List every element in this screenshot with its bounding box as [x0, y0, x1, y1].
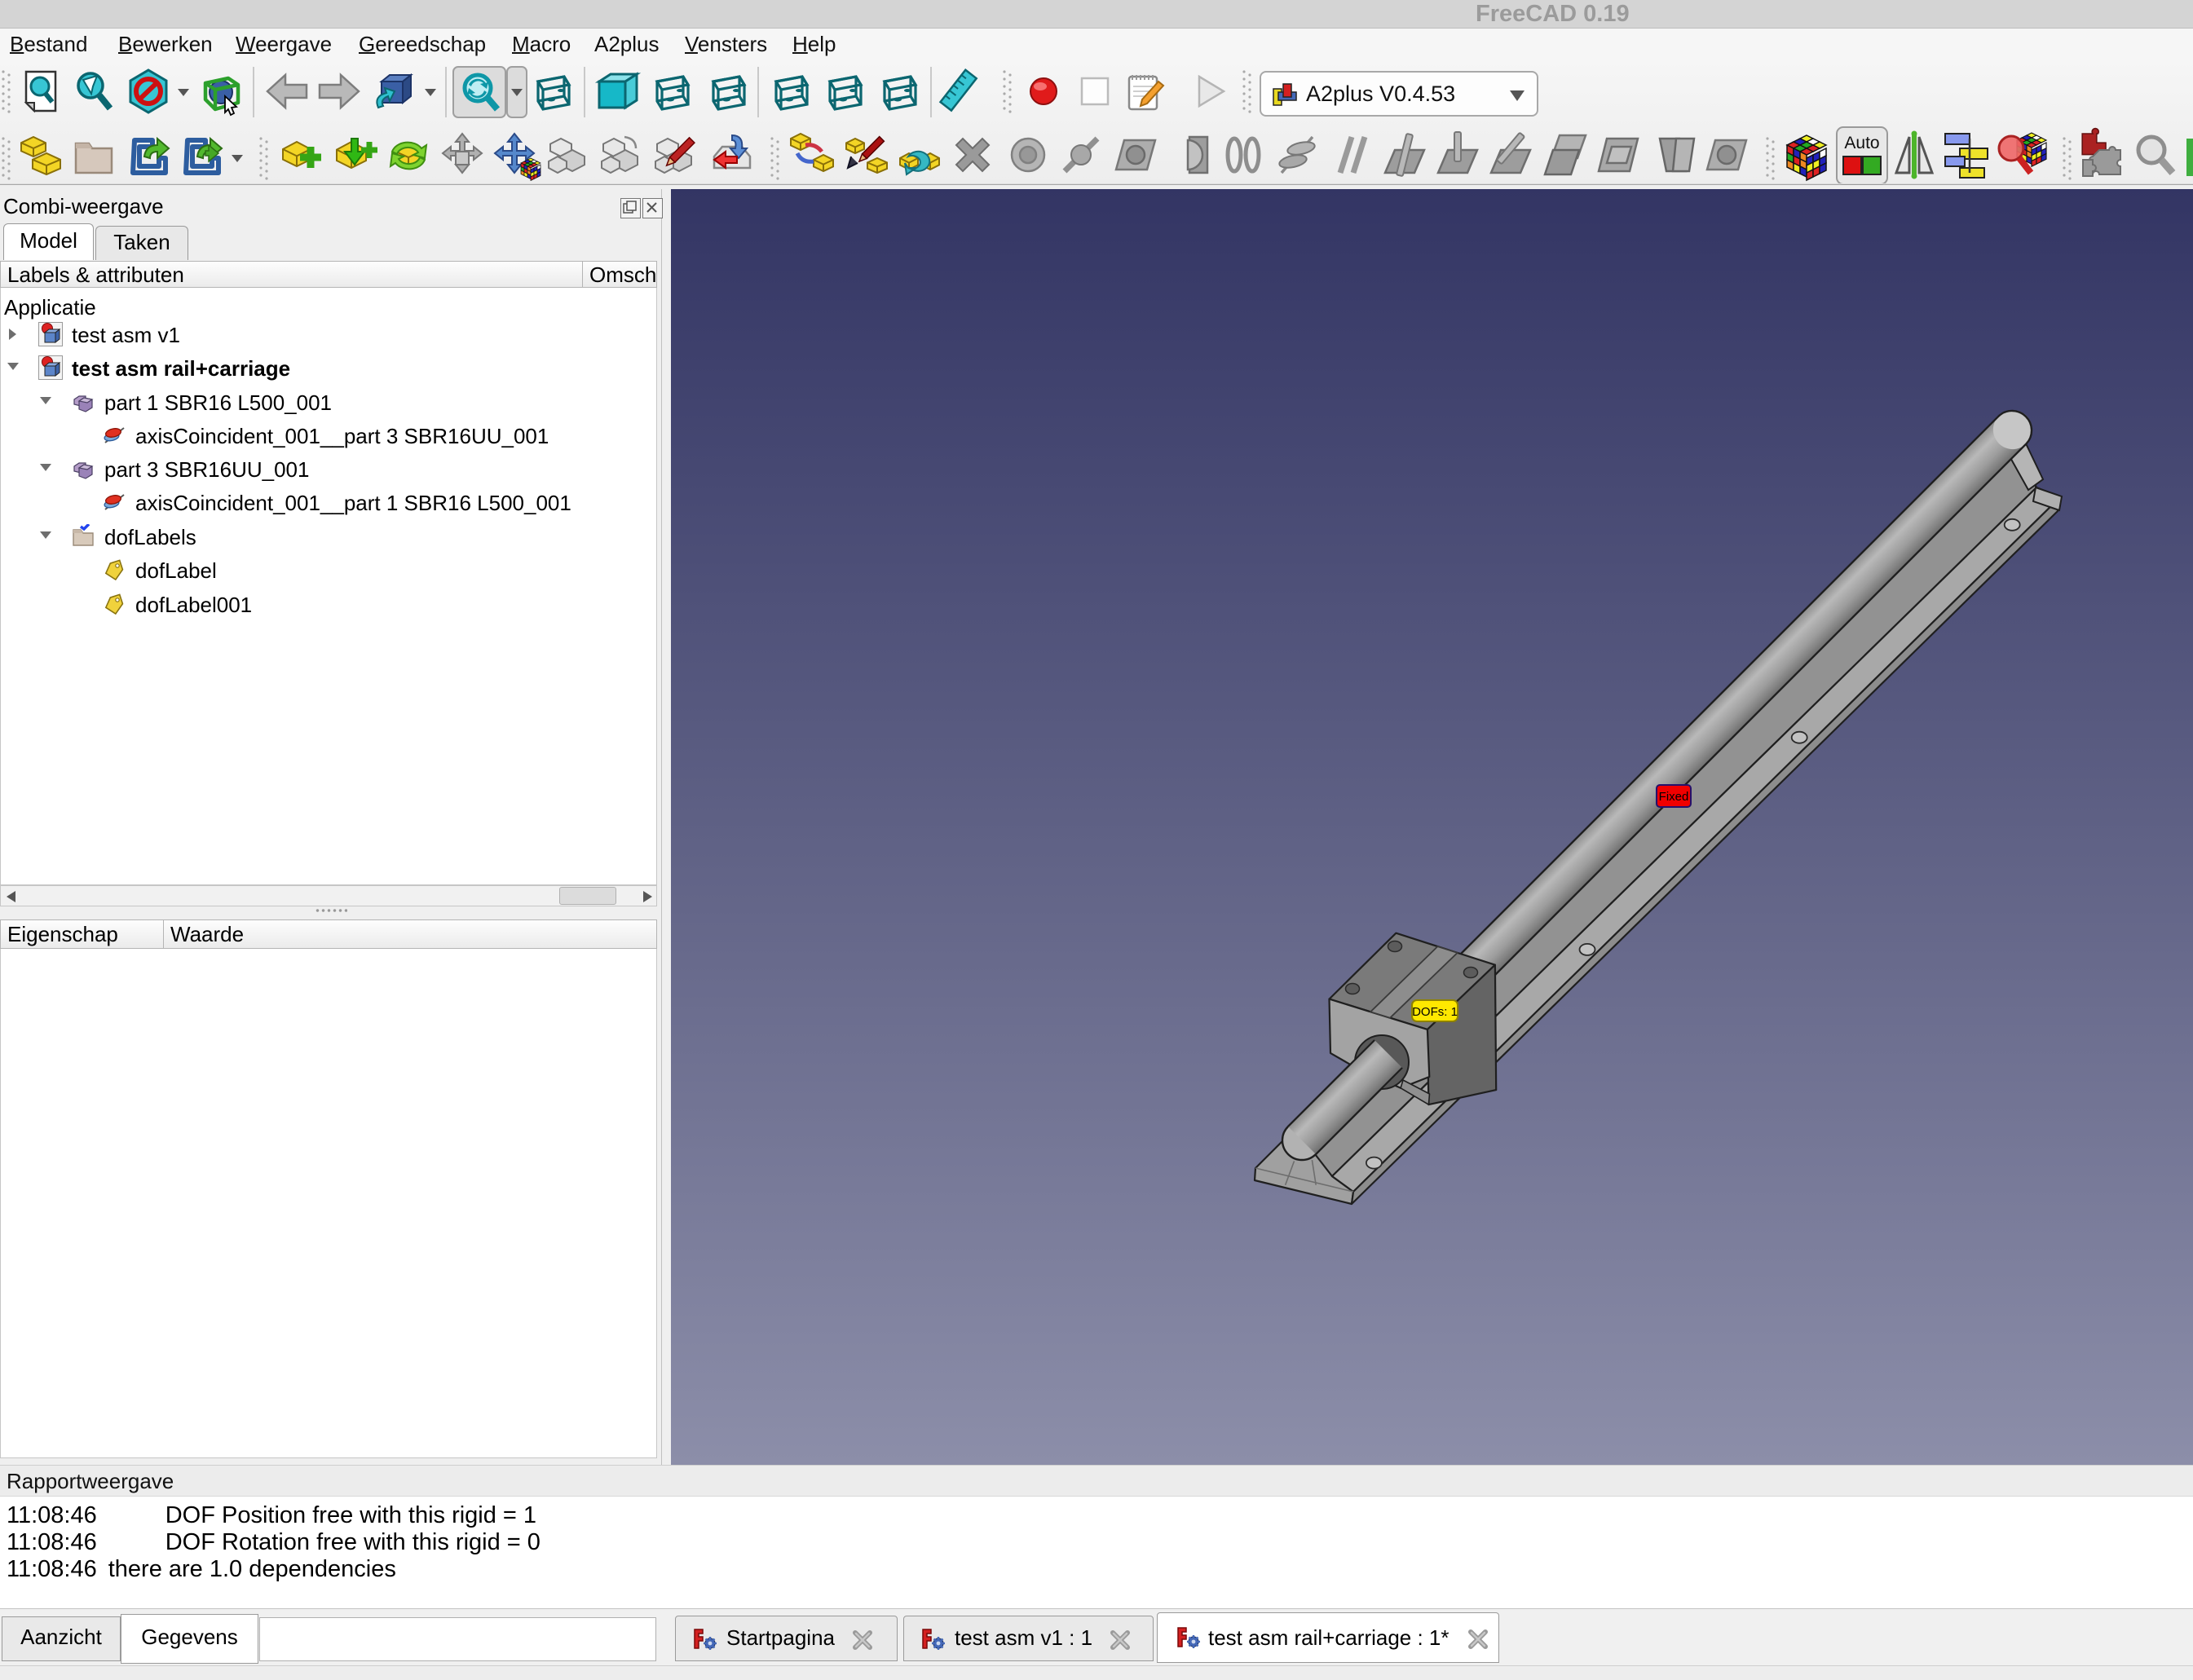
svg-text:Fixed: Fixed: [1659, 790, 1689, 804]
svg-text:Auto: Auto: [1844, 134, 1879, 152]
svg-text:DOFs: 1: DOFs: 1: [1412, 1005, 1458, 1019]
